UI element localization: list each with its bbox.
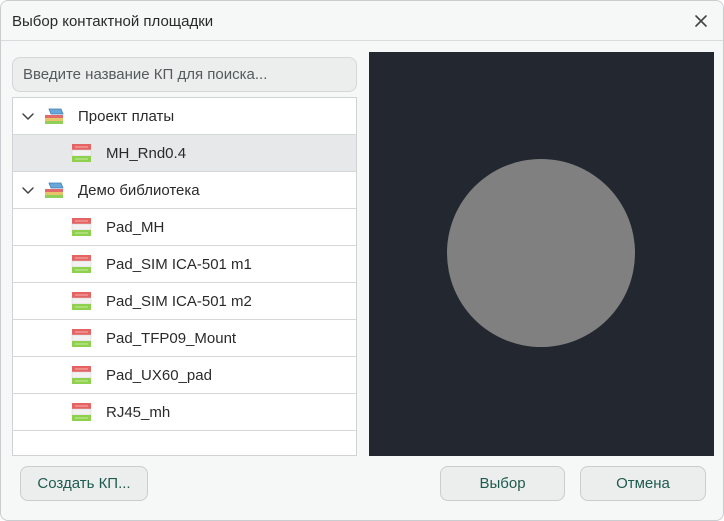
tree-item-label: Pad_UX60_pad	[106, 367, 212, 384]
cancel-button[interactable]: Отмена	[580, 466, 706, 501]
pad-icon	[71, 254, 92, 274]
tree-item-pad[interactable]: Pad_SIM ICA-501 m1	[13, 246, 356, 283]
chevron-down-icon[interactable]	[21, 184, 35, 196]
create-pad-button[interactable]: Создать КП...	[20, 466, 148, 501]
library-icon	[43, 107, 65, 125]
tree-item-pad[interactable]: Pad_TFP09_Mount	[13, 320, 356, 357]
pad-preview	[369, 52, 714, 456]
tree-item-pad[interactable]: MH_Rnd0.4	[13, 135, 356, 172]
tree-item-pad[interactable]: Pad_SIM ICA-501 m2	[13, 283, 356, 320]
tree-group-board-project[interactable]: Проект платы	[13, 98, 356, 135]
tree-item-pad[interactable]: Pad_MH	[13, 209, 356, 246]
dialog-title: Выбор контактной площадки	[12, 13, 214, 30]
tree-item-pad[interactable]: RJ45_mh	[13, 394, 356, 431]
tree-item-pad[interactable]: Pad_UX60_pad	[13, 357, 356, 394]
tree-group-label: Демо библиотека	[78, 182, 200, 199]
title-bar: Выбор контактной площадки	[1, 1, 723, 41]
pad-icon	[71, 328, 92, 348]
tree-item-label: MH_Rnd0.4	[106, 145, 187, 162]
tree-item-label: Pad_SIM ICA-501 m1	[106, 256, 252, 273]
tree-group-demo-library[interactable]: Демо библиотека	[13, 172, 356, 209]
tree-item-label: Pad_TFP09_Mount	[106, 330, 237, 347]
close-icon[interactable]	[691, 11, 711, 31]
pad-preview-canvas	[369, 52, 714, 456]
pad-tree: Проект платы MH_Rnd0.4 Демо библиотека P…	[12, 97, 357, 456]
select-button[interactable]: Выбор	[440, 466, 565, 501]
pad-icon	[71, 143, 92, 163]
search-input[interactable]	[12, 57, 357, 92]
pad-icon	[71, 402, 92, 422]
pad-selection-dialog: Выбор контактной площадки Проект платы	[0, 0, 724, 521]
tree-item-label: Pad_SIM ICA-501 m2	[106, 293, 252, 310]
pad-shape	[447, 159, 635, 347]
pad-icon	[71, 365, 92, 385]
tree-group-label: Проект платы	[78, 108, 175, 125]
pad-icon	[71, 291, 92, 311]
tree-item-label: Pad_MH	[106, 219, 165, 236]
tree-item-label: RJ45_mh	[106, 404, 171, 421]
chevron-down-icon[interactable]	[21, 110, 35, 122]
library-icon	[43, 181, 65, 199]
pad-icon	[71, 217, 92, 237]
